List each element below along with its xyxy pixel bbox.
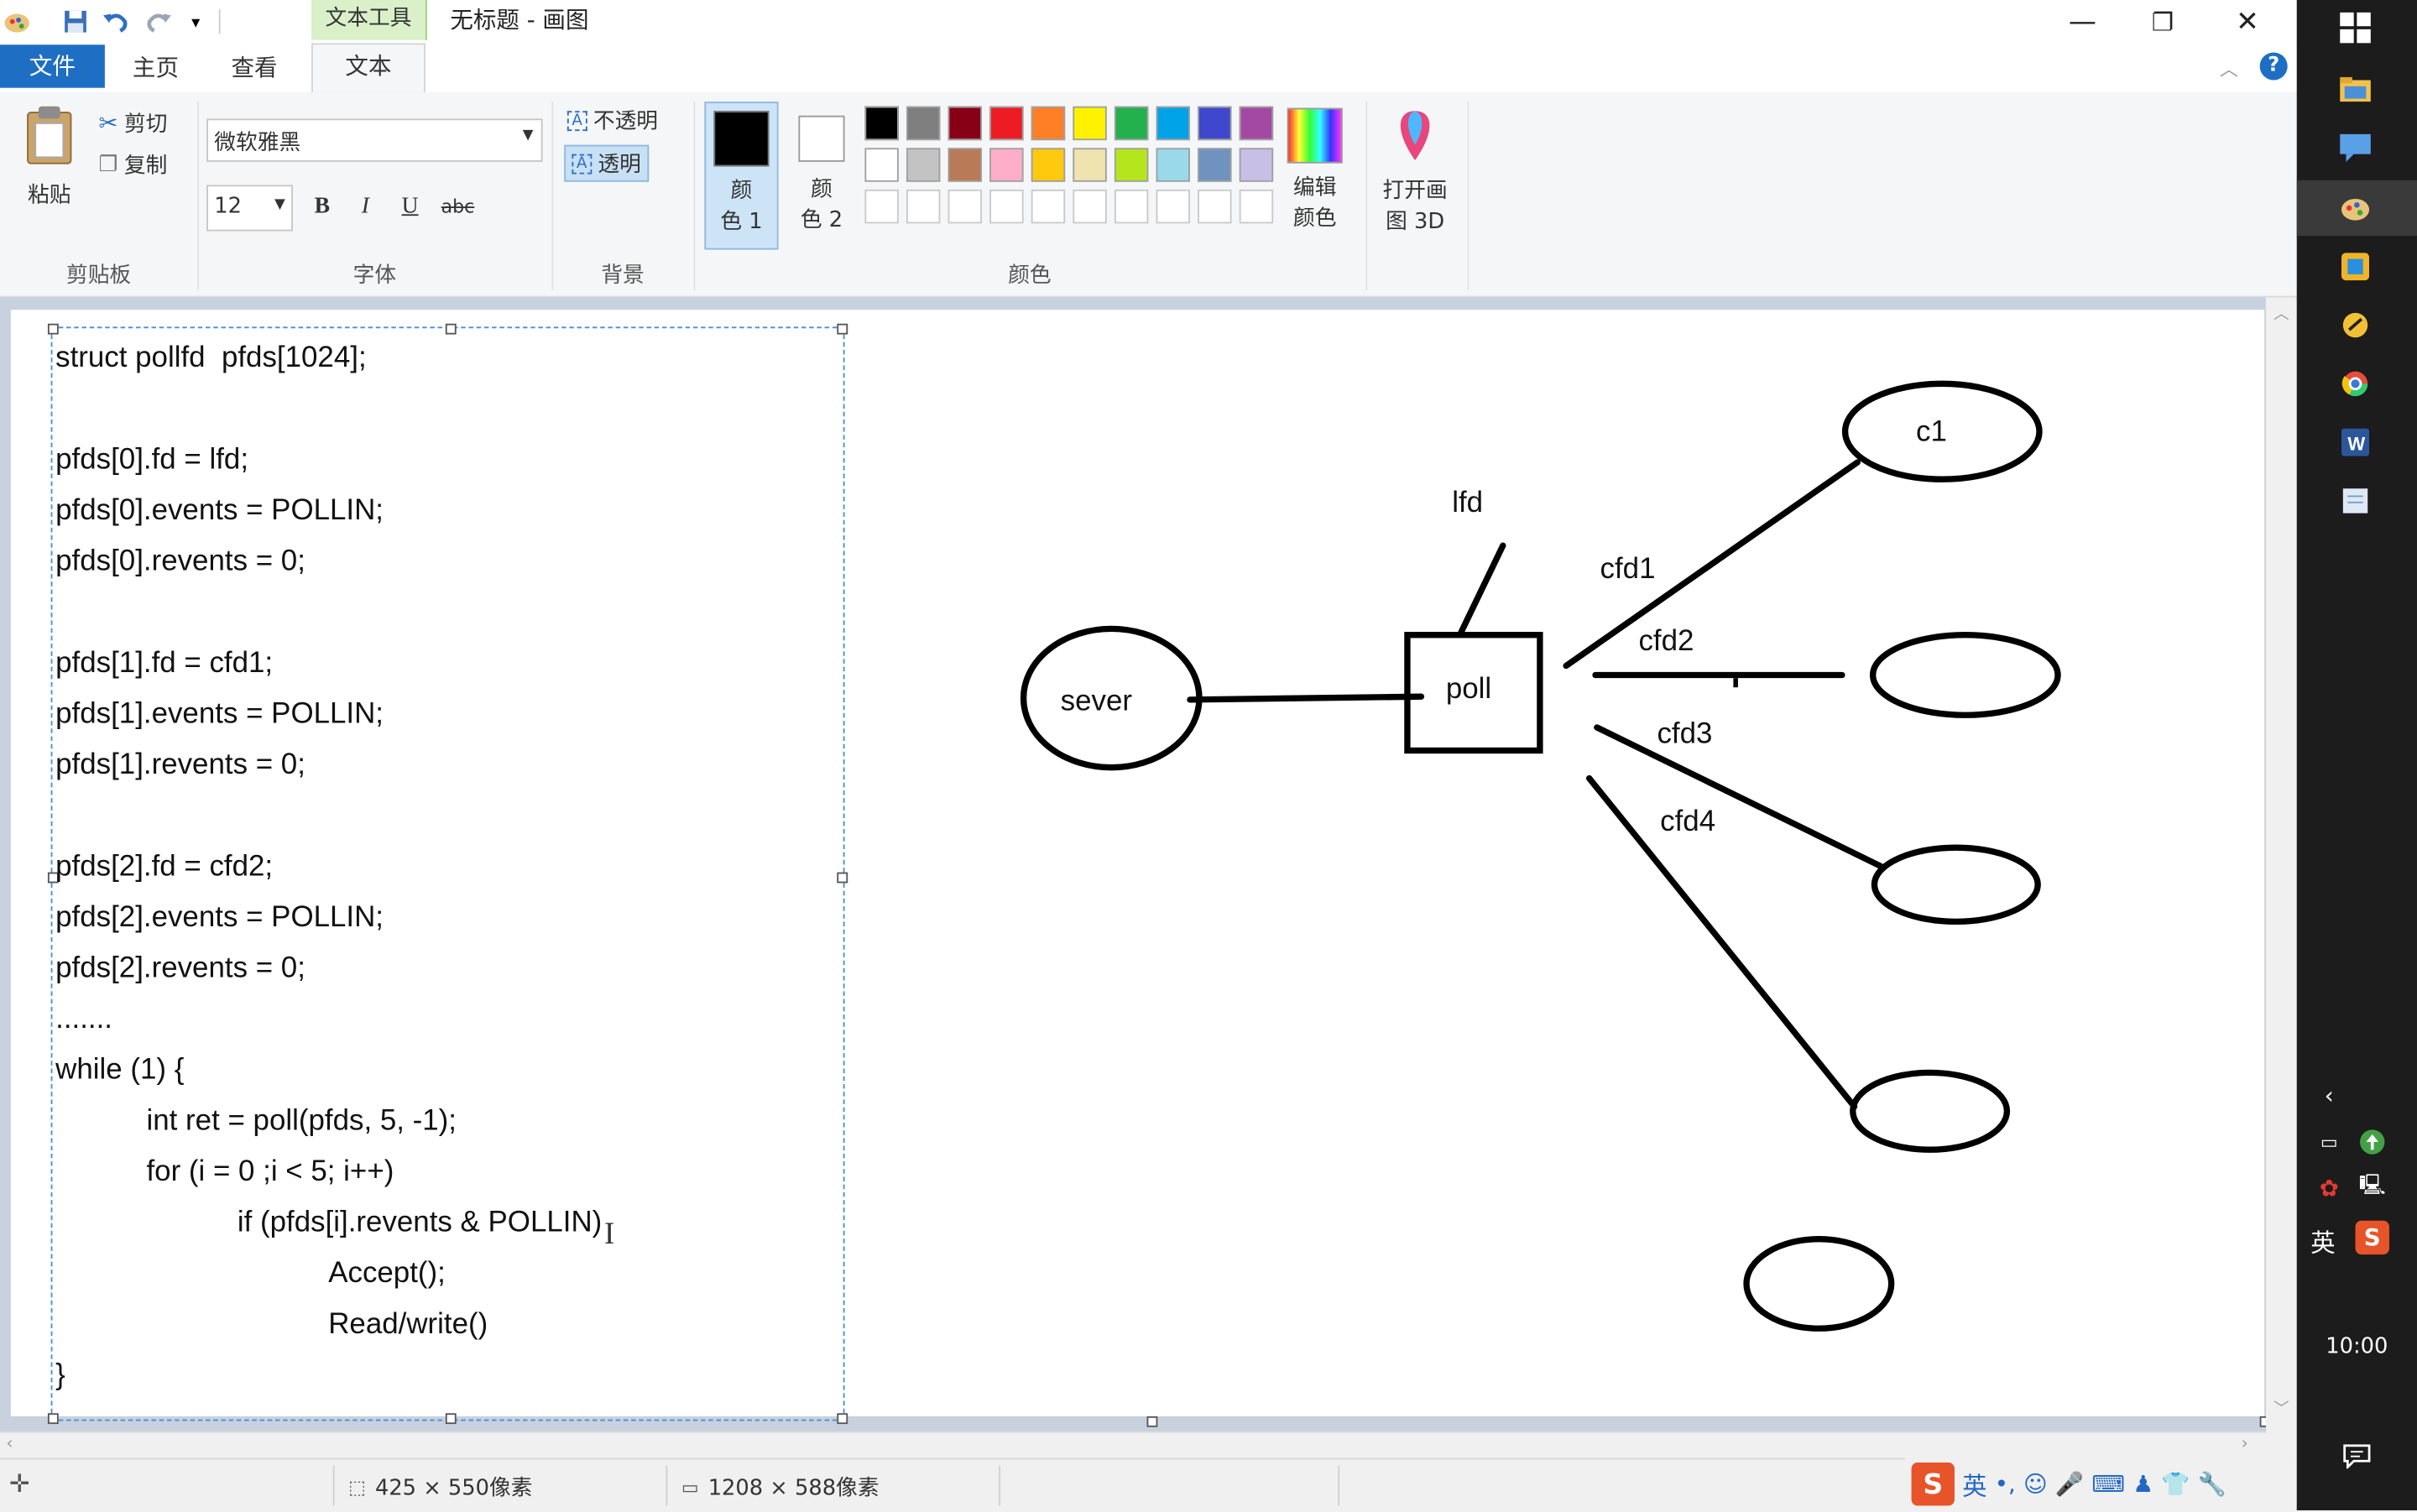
selection-size-value: 425 × 550像素 bbox=[374, 1476, 533, 1501]
scroll-up-icon[interactable]: ︿ bbox=[2273, 300, 2289, 324]
vertical-scrollbar[interactable]: ︿ ﹀ bbox=[2265, 297, 2297, 1435]
cfd1-label: cfd1 bbox=[1600, 553, 1656, 586]
windows-taskbar: W ‹ ▭ ✿ 🖳 英 S 10:00 bbox=[2296, 0, 2417, 1510]
notification-center-icon[interactable] bbox=[2336, 1436, 2377, 1477]
taskbar-ime-indicator[interactable]: 英 bbox=[2303, 1221, 2343, 1261]
client-4-ellipse bbox=[1850, 1069, 2011, 1153]
battery-icon[interactable]: ▭ bbox=[2309, 1122, 2349, 1162]
selection-size: ⬚ 425 × 550像素 bbox=[348, 1472, 532, 1503]
cfd4-label: cfd4 bbox=[1660, 806, 1716, 839]
clock[interactable]: 10:00 bbox=[2297, 1335, 2417, 1359]
canvas-size-icon: ▭ bbox=[681, 1476, 699, 1499]
user-icon[interactable]: ♟ bbox=[2132, 1470, 2153, 1498]
windows-start-icon[interactable] bbox=[2336, 8, 2376, 48]
horizontal-scrollbar[interactable]: ‹ › bbox=[0, 1431, 2266, 1458]
svg-text:W: W bbox=[2347, 433, 2365, 454]
canvas-size-value: 1208 × 588像素 bbox=[707, 1476, 880, 1501]
cursor-position-icon: ✛ bbox=[9, 1468, 30, 1499]
word-icon[interactable]: W bbox=[2336, 422, 2376, 462]
cfd4-line bbox=[1585, 774, 1858, 1110]
app-icon[interactable] bbox=[2336, 247, 2376, 287]
scroll-left-icon[interactable]: ‹ bbox=[6, 1433, 13, 1453]
sever-poll-link bbox=[1187, 693, 1425, 703]
network-icon[interactable]: 🖳 bbox=[2352, 1168, 2393, 1208]
file-explorer-icon[interactable] bbox=[2336, 70, 2376, 110]
lfd-line bbox=[1458, 542, 1506, 635]
notes-app-icon[interactable] bbox=[2336, 481, 2376, 521]
media-player-icon[interactable] bbox=[2336, 305, 2376, 346]
poll-diagram bbox=[1020, 380, 2061, 1332]
status-divider bbox=[999, 1465, 1001, 1506]
chat-app-icon[interactable] bbox=[2336, 128, 2376, 168]
status-divider bbox=[1338, 1465, 1340, 1506]
microphone-icon[interactable]: 🎤 bbox=[2055, 1470, 2084, 1498]
chrome-icon[interactable] bbox=[2336, 363, 2376, 404]
cfd3-label: cfd3 bbox=[1657, 717, 1713, 751]
keyboard-icon[interactable]: ⌨ bbox=[2091, 1470, 2125, 1498]
scroll-right-icon[interactable]: › bbox=[2242, 1433, 2248, 1453]
sogou-tray-icon[interactable]: S bbox=[2355, 1220, 2389, 1255]
sogou-logo-icon[interactable]: S bbox=[1911, 1462, 1955, 1506]
selection-icon: ⬚ bbox=[348, 1476, 366, 1499]
paint-taskbar-icon[interactable] bbox=[2336, 188, 2376, 228]
client-3-ellipse bbox=[1871, 844, 2041, 925]
emoji-icon[interactable]: ☺ bbox=[2023, 1470, 2048, 1498]
cfd2-label: cfd2 bbox=[1638, 625, 1694, 659]
lfd-label: lfd bbox=[1452, 487, 1484, 519]
poll-label: poll bbox=[1445, 673, 1492, 706]
wrench-icon[interactable]: 🔧 bbox=[2198, 1470, 2226, 1498]
scroll-down-icon[interactable]: ﹀ bbox=[2273, 1395, 2289, 1418]
c1-label: c1 bbox=[1916, 415, 1947, 449]
client-5-ellipse bbox=[1743, 1236, 1895, 1332]
punctuation-icon[interactable]: •, bbox=[1995, 1470, 2016, 1498]
client-2-ellipse bbox=[1869, 632, 2061, 718]
ime-toolbar: S 英 •, ☺ 🎤 ⌨ ♟ 👕 🔧 bbox=[1905, 1457, 2297, 1510]
sever-label: sever bbox=[1060, 686, 1133, 718]
ime-language-toggle[interactable]: 英 bbox=[1962, 1466, 1986, 1503]
canvas-size: ▭ 1208 × 588像素 bbox=[681, 1472, 880, 1503]
status-divider bbox=[332, 1465, 335, 1506]
status-divider bbox=[666, 1465, 668, 1506]
security-icon[interactable]: ✿ bbox=[2309, 1168, 2349, 1208]
skin-icon[interactable]: 👕 bbox=[2161, 1470, 2190, 1498]
chevron-left-icon[interactable]: ‹ bbox=[2309, 1076, 2349, 1116]
upload-icon[interactable] bbox=[2352, 1122, 2393, 1162]
